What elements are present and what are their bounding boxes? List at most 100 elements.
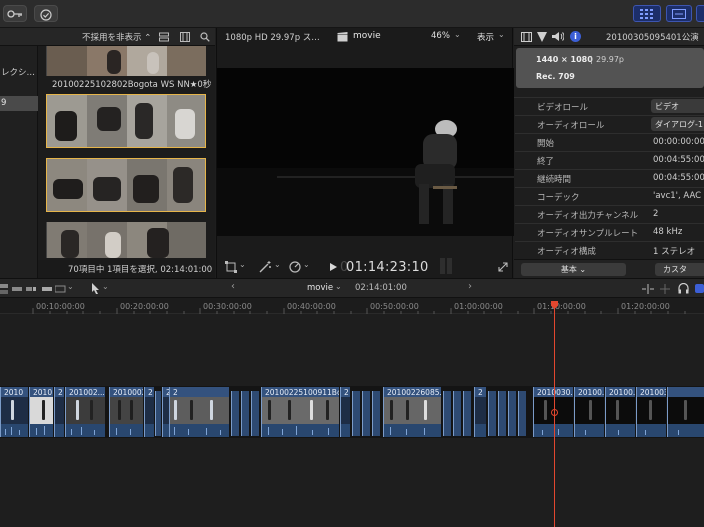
- timeline-clip-short[interactable]: [463, 391, 471, 436]
- inspector-frame-rate: 29.97p: [596, 55, 624, 64]
- clip-filmstrip-3[interactable]: [46, 158, 206, 212]
- keyword-button[interactable]: [3, 5, 27, 22]
- append-clip-icon[interactable]: [26, 284, 36, 294]
- timeline-clip[interactable]: 2: [169, 387, 229, 437]
- viewer-format-label[interactable]: 1080p HD 29.97p ス…: [225, 31, 320, 43]
- performer-figure: [413, 120, 463, 230]
- filmstrip-icon[interactable]: [180, 32, 190, 42]
- timeline-toolbar: ⌄ ⌄ ‹ movie ⌄ 02:14:01:00 ›: [0, 278, 704, 298]
- show-inspector-button[interactable]: [696, 5, 704, 22]
- metadata-view-popup[interactable]: 基本 ⌄: [521, 263, 626, 276]
- timeline-clip[interactable]: 201002251009​11Bo...: [261, 387, 339, 437]
- timeline-clip-short[interactable]: [498, 391, 506, 436]
- timeline-clip-short[interactable]: [241, 391, 249, 436]
- timeline-clip-short[interactable]: [352, 391, 360, 436]
- row-value: 48 kHz: [653, 227, 683, 237]
- custom-metadata-button[interactable]: カスタ: [655, 263, 704, 276]
- timeline-clip-short[interactable]: [443, 391, 451, 436]
- timeline-project-name[interactable]: movie: [307, 283, 333, 293]
- info-inspector-icon[interactable]: i: [570, 31, 581, 42]
- ruler-label: 00:20:00:00: [120, 302, 169, 311]
- speedometer-icon[interactable]: [289, 261, 301, 273]
- timeline-clip-short[interactable]: [372, 391, 380, 436]
- speaker-icon[interactable]: [552, 31, 564, 42]
- video-inspector-icon[interactable]: [521, 32, 532, 42]
- search-icon[interactable]: [200, 32, 210, 42]
- select-tool-icon[interactable]: [92, 283, 100, 294]
- sidebar-item-event[interactable]: 9: [0, 96, 38, 111]
- clip-name: 2010030...: [537, 388, 573, 397]
- row-label: コーデック: [537, 193, 580, 203]
- inspector-tab-bar: i 20100305095401公演: [514, 28, 704, 46]
- inspector-resolution: 1440 × 1080: [536, 55, 593, 64]
- timeline-clip[interactable]: 2: [474, 387, 486, 437]
- browser-status-text: 70項目中 1項目を選択, 02:14:01:00: [68, 265, 213, 275]
- viewer-view-menu[interactable]: 表示: [477, 31, 494, 43]
- timeline-clip[interactable]: 20100...: [605, 387, 635, 437]
- ruler-label: 00:10:00:00: [36, 302, 85, 311]
- timecode-display[interactable]: 0 01:14:23:10: [340, 258, 438, 276]
- connect-clip-icon[interactable]: [0, 284, 10, 294]
- timeline-clip[interactable]: [667, 387, 704, 437]
- clip-filmstrip-1[interactable]: [46, 46, 206, 76]
- viewer-controls: ⌄ ⌄ ⌄ 0 01:14:23:10: [217, 258, 514, 278]
- overwrite-options-icon[interactable]: [55, 284, 67, 294]
- timeline-clip-short[interactable]: [488, 391, 496, 436]
- fullscreen-icon[interactable]: [498, 262, 508, 272]
- view-chevron-icon: ⌄: [498, 30, 505, 39]
- skimming-icon[interactable]: [642, 284, 654, 294]
- history-forward-icon[interactable]: ›: [468, 281, 472, 292]
- transform-icon[interactable]: [225, 261, 237, 273]
- timeline-clip[interactable]: 2010002...: [109, 387, 143, 437]
- clip-name: 2010002...: [113, 388, 143, 397]
- snapping-toggle[interactable]: [695, 284, 704, 293]
- timeline-clip[interactable]: 201002260​85...: [383, 387, 441, 437]
- headphones-icon[interactable]: [678, 283, 689, 294]
- sidebar-item-label: 9: [1, 98, 7, 108]
- timeline-clip[interactable]: 2: [144, 387, 154, 437]
- show-browser-button[interactable]: [633, 5, 661, 22]
- timeline-clip[interactable]: 2010: [29, 387, 53, 437]
- ruler-label: 01:20:00:00: [621, 302, 670, 311]
- color-inspector-icon[interactable]: [537, 32, 547, 42]
- timeline-clip-short[interactable]: [362, 391, 370, 436]
- timeline-clip[interactable]: 201003...: [636, 387, 666, 437]
- audio-skimming-icon[interactable]: [660, 284, 670, 294]
- ruler-ticks: [32, 308, 686, 314]
- history-back-icon[interactable]: ‹: [231, 281, 235, 292]
- timeline-clip-short[interactable]: [518, 391, 526, 436]
- viewer-zoom-popup[interactable]: 46%: [431, 31, 450, 41]
- timeline-clip[interactable]: 20100...: [574, 387, 604, 437]
- chevron-down-icon: ⌄: [274, 260, 281, 269]
- chevron-down-icon: ⌄: [102, 282, 109, 291]
- magic-wand-icon[interactable]: [259, 261, 272, 273]
- timeline-clip-short[interactable]: [155, 391, 161, 436]
- sidebar-item-collections[interactable]: レクシ…: [0, 64, 38, 78]
- timeline-icon: [672, 9, 686, 19]
- background-tasks-button[interactable]: [34, 5, 58, 22]
- row-label: オーディオ出力チャンネル: [537, 211, 639, 221]
- play-icon[interactable]: [330, 263, 337, 271]
- timeline-clip[interactable]: 2: [340, 387, 350, 437]
- insert-clip-icon[interactable]: [12, 284, 22, 294]
- clip-appearance-icon[interactable]: [159, 32, 169, 42]
- inspector-divider: [514, 90, 704, 98]
- inspector-row-codec: コーデック 'avc1', AAC: [515, 188, 704, 206]
- checkmark-circle-icon: [40, 9, 52, 21]
- timeline-clip-short[interactable]: [508, 391, 516, 436]
- clip-filmstrip-4[interactable]: [46, 222, 206, 258]
- video-role-popup[interactable]: ビデオ: [651, 99, 704, 113]
- audio-role-popup[interactable]: ダイアログ-1: [651, 117, 704, 131]
- timeline-clip-short[interactable]: [231, 391, 239, 436]
- timeline-clip[interactable]: 2: [54, 387, 64, 437]
- rejected-filter-popup[interactable]: 不採用を非表示 ⌃: [82, 31, 151, 43]
- timeline-clip-short[interactable]: [251, 391, 259, 436]
- timeline-clip-short[interactable]: [453, 391, 461, 436]
- show-timeline-button[interactable]: [666, 5, 692, 22]
- clip-filmstrip-2[interactable]: [46, 94, 206, 148]
- inspector-row-start: 開始 00:00:00:00: [515, 134, 704, 152]
- clip-name: 201002260​85...: [387, 388, 441, 397]
- overwrite-clip-icon[interactable]: [42, 284, 52, 294]
- timeline-clip[interactable]: 201002...: [65, 387, 105, 437]
- timeline-clip[interactable]: 2010: [0, 387, 28, 437]
